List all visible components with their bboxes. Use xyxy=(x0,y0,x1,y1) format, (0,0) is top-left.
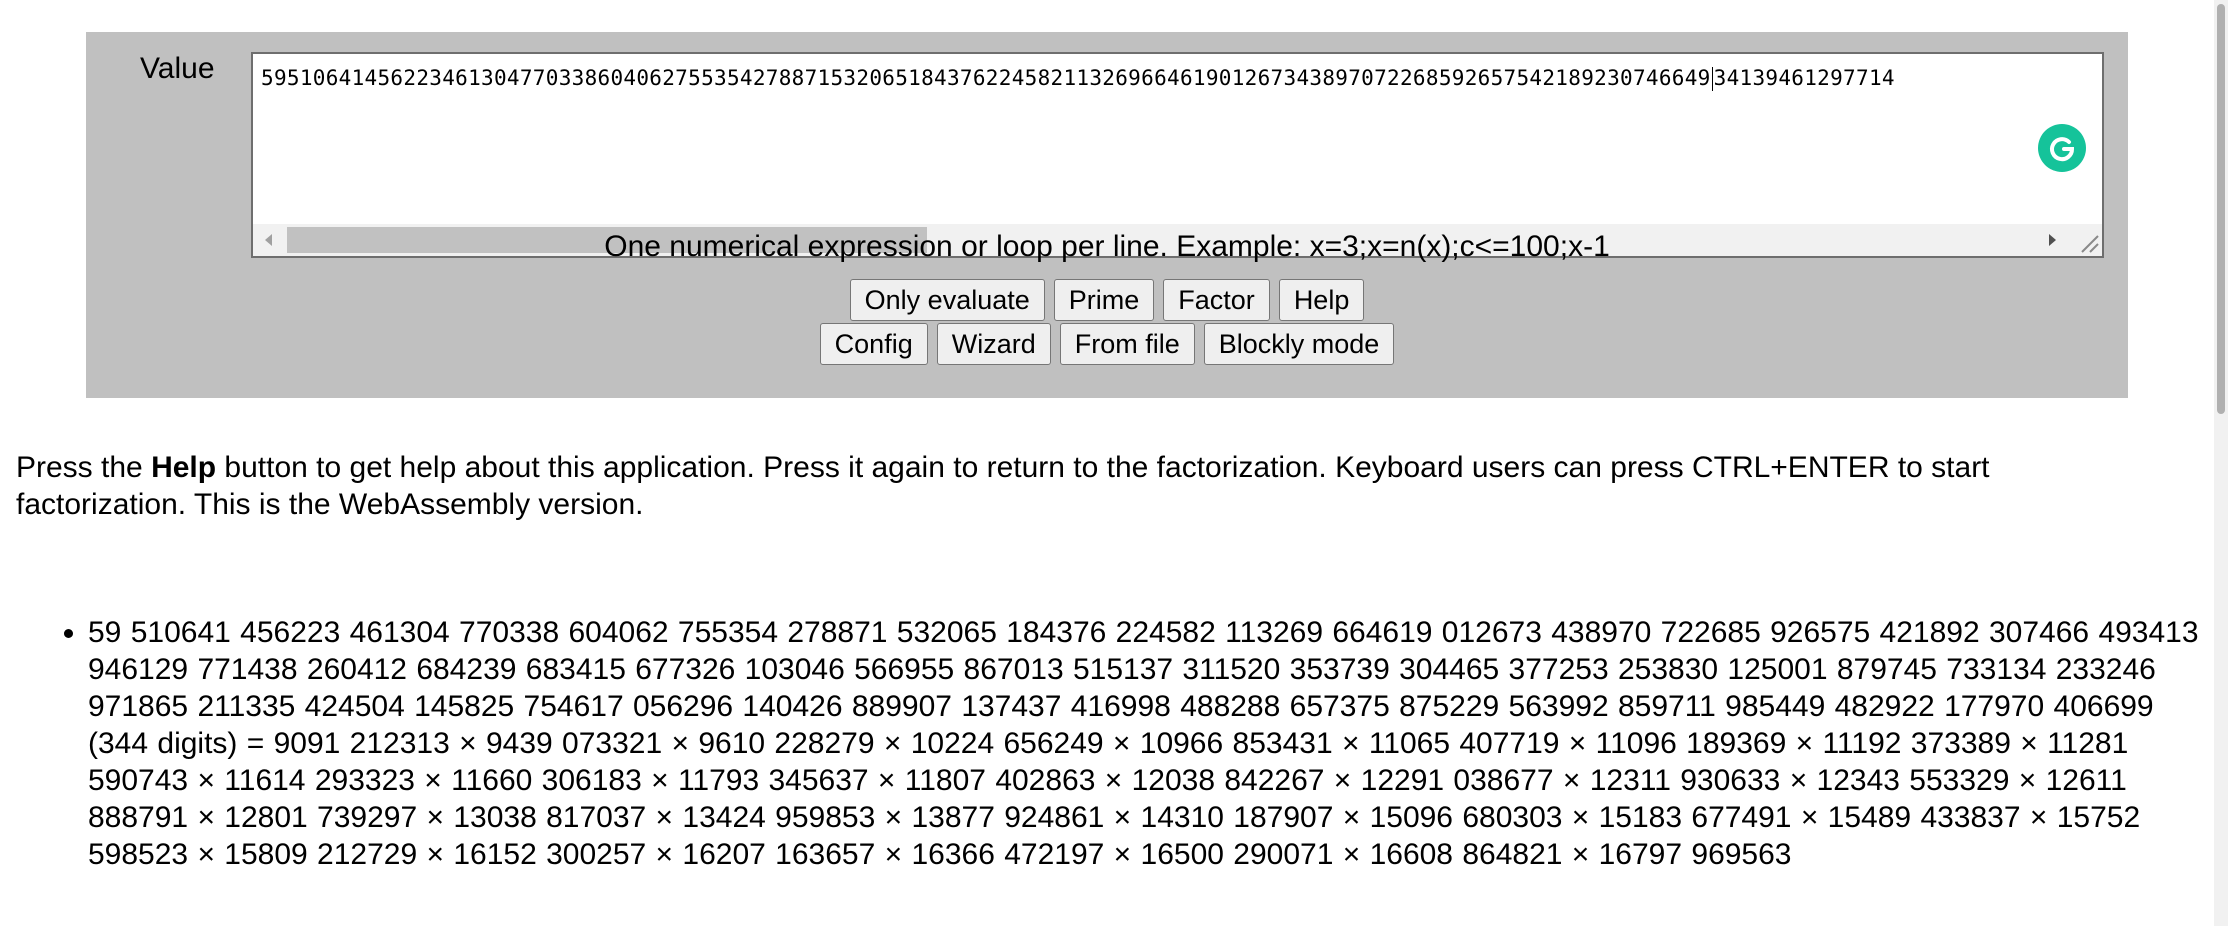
help-button[interactable]: Help xyxy=(1278,279,1365,321)
value-label: Value xyxy=(140,52,215,85)
prime-button[interactable]: Prime xyxy=(1053,279,1155,321)
factor-button[interactable]: Factor xyxy=(1163,279,1270,321)
wizard-button[interactable]: Wizard xyxy=(936,323,1051,365)
help-text-rest: button to get help about this applicatio… xyxy=(16,451,1990,521)
input-panel: Value 5951064145622346130477033860406275… xyxy=(86,32,2128,398)
grammarly-icon[interactable] xyxy=(2038,124,2086,172)
page: Value 5951064145622346130477033860406275… xyxy=(0,0,2228,926)
text-caret xyxy=(1711,67,1713,91)
value-text-before-caret: 5951064145622346130477033860406275535427… xyxy=(261,66,1711,90)
value-textarea[interactable]: 5951064145622346130477033860406275535427… xyxy=(251,52,2104,258)
button-row-primary: Only evaluate Prime Factor Help xyxy=(86,279,2128,321)
factorization-results: 59 510641 456223 461304 770338 604062 75… xyxy=(0,614,2208,873)
only-evaluate-button[interactable]: Only evaluate xyxy=(849,279,1045,321)
value-text-after-caret: 34139461297714 xyxy=(1713,66,1895,90)
from-file-button[interactable]: From file xyxy=(1059,323,1195,365)
config-button[interactable]: Config xyxy=(819,323,928,365)
page-vertical-scrollbar[interactable] xyxy=(2214,0,2228,926)
value-textarea-content[interactable]: 5951064145622346130477033860406275535427… xyxy=(261,64,2091,92)
blockly-mode-button[interactable]: Blockly mode xyxy=(1203,323,1395,365)
result-item: 59 510641 456223 461304 770338 604062 75… xyxy=(88,614,2208,873)
button-row-secondary: Config Wizard From file Blockly mode xyxy=(86,323,2128,365)
page-scrollbar-thumb[interactable] xyxy=(2217,4,2225,414)
help-text-bold: Help xyxy=(151,451,217,484)
help-paragraph: Press the Help button to get help about … xyxy=(16,449,2166,523)
help-text-lead: Press the xyxy=(16,451,152,484)
input-hint: One numerical expression or loop per lin… xyxy=(604,230,1610,263)
